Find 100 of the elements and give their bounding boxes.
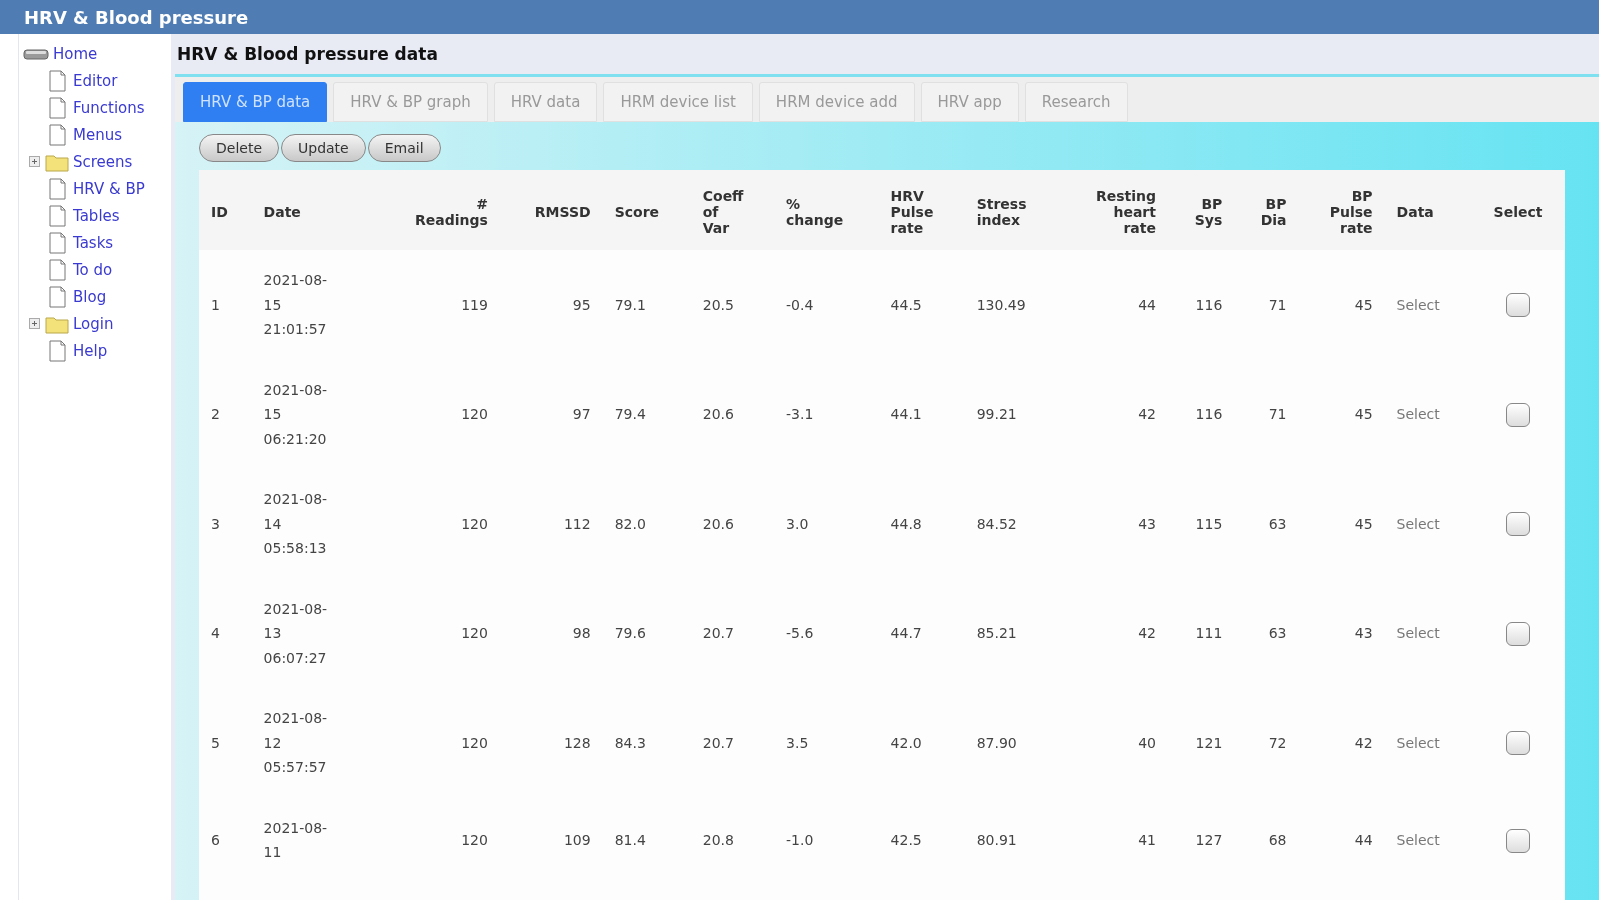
row-checkbox[interactable] [1506, 293, 1531, 318]
column-header: Stress index [964, 170, 1060, 250]
table-cell: 95 [572, 296, 591, 313]
table-cell: 44.5 [890, 296, 922, 313]
table-cell: 111 [1195, 625, 1223, 641]
table-cell: 112 [563, 515, 591, 532]
tree-item[interactable]: Home [53, 44, 98, 63]
page-title: HRV & Blood pressure data [176, 43, 439, 66]
table-cell: 80.91 [976, 831, 1017, 848]
table-cell: 68 [1268, 831, 1287, 848]
row-checkbox[interactable] [1506, 731, 1531, 756]
table-cell: 99.21 [976, 406, 1017, 422]
table-cell: 44.7 [890, 625, 922, 641]
window-title: HRV & Blood pressure [24, 6, 249, 28]
table-cell: 45 [1354, 296, 1373, 313]
table-cell: 42 [1138, 625, 1156, 641]
table-cell: 44.1 [890, 406, 922, 422]
table-cell: 120 [461, 406, 488, 422]
column-header: HRV Pulse rate [878, 170, 965, 250]
select-link[interactable]: Select [1396, 734, 1440, 751]
action-button[interactable]: Delete [199, 134, 279, 162]
table-cell: 45 [1354, 406, 1373, 422]
table-cell: 3.5 [786, 734, 809, 751]
row-checkbox[interactable] [1506, 621, 1531, 646]
table-cell: 98 [572, 625, 591, 641]
row-checkbox[interactable] [1506, 512, 1531, 537]
column-header: ID [199, 170, 252, 250]
column-header: Coeff of Var [690, 170, 775, 250]
table-cell: 4 [211, 625, 220, 641]
expand-icon[interactable] [29, 318, 40, 329]
column-header: BP Pulse rate [1298, 170, 1385, 250]
table-cell: 42.0 [890, 734, 922, 751]
table-cell: 44 [1138, 296, 1156, 313]
table-cell: 82.0 [614, 515, 646, 532]
table-cell: 43 [1354, 625, 1373, 641]
table-cell: 5 [211, 734, 220, 751]
table-cell-text: 2021-08-15 06:21:20 [263, 380, 329, 449]
table-cell: 44.8 [890, 515, 922, 532]
column-header: BP Dia [1234, 170, 1299, 250]
column-header: RMSSD [499, 170, 603, 250]
table-cell: 43 [1138, 515, 1156, 532]
column-header: Score [602, 170, 691, 250]
table-cell: 120 [461, 625, 488, 641]
table-cell: 45 [1354, 515, 1373, 532]
table-cell: 42 [1354, 734, 1373, 751]
tree-item[interactable]: Help [73, 341, 108, 360]
table-cell: 63 [1268, 515, 1287, 532]
tree-item[interactable]: Login [73, 314, 114, 333]
table-cell: 119 [461, 296, 488, 313]
table-cell: 127 [1195, 831, 1223, 848]
table-cell: 1 [211, 296, 220, 313]
column-header: % change [774, 170, 879, 250]
tree-item[interactable]: Blog [73, 287, 107, 306]
tree-item[interactable]: HRV & BP [73, 179, 145, 198]
action-button[interactable]: Update [281, 134, 366, 162]
column-header: # Readings [375, 170, 500, 250]
table-cell: 87.90 [976, 734, 1017, 751]
select-link[interactable]: Select [1396, 296, 1440, 313]
table-cell: 20.7 [702, 734, 734, 751]
column-header: Date [251, 170, 376, 250]
action-button[interactable]: Email [367, 134, 441, 162]
select-link[interactable]: Select [1396, 831, 1440, 848]
table-cell: -0.4 [786, 296, 814, 313]
table-cell: 20.5 [702, 296, 734, 313]
select-link[interactable]: Select [1396, 406, 1440, 422]
table-cell: 20.8 [702, 831, 734, 848]
table-cell-text: 2021-08-13 06:07:27 [263, 599, 329, 668]
tree-item[interactable]: Screens [73, 152, 133, 171]
tree-item[interactable]: Functions [73, 98, 145, 117]
table-cell: -3.1 [786, 406, 814, 422]
column-header: Data [1384, 170, 1472, 250]
table-cell: 84.52 [976, 515, 1017, 532]
table-cell: 40 [1138, 734, 1156, 751]
table-cell: 2 [211, 406, 220, 422]
table-cell: 116 [1195, 406, 1223, 422]
select-link[interactable]: Select [1396, 515, 1440, 532]
row-checkbox[interactable] [1506, 402, 1531, 427]
tree-item[interactable]: Tasks [73, 233, 114, 252]
table-cell-text: 2021-08-14 05:58:13 [263, 490, 329, 558]
table-cell: 79.1 [614, 296, 646, 313]
select-link[interactable]: Select [1396, 625, 1440, 641]
table-cell: 116 [1195, 296, 1223, 313]
table-cell: 3.0 [786, 515, 809, 532]
table-cell: 81.4 [614, 831, 646, 848]
tree-item[interactable]: Tables [73, 206, 120, 225]
table-cell-text: 2021-08-12 05:57:57 [263, 709, 329, 777]
table-cell-text: 2021-08-15 21:01:57 [263, 271, 329, 339]
table-cell: 121 [1195, 734, 1223, 751]
table-cell-text: 2021-08-11 [263, 818, 329, 862]
expand-icon[interactable] [29, 156, 40, 167]
tree-item[interactable]: Menus [73, 125, 122, 144]
table-cell: 115 [1195, 515, 1223, 532]
tree-item[interactable]: To do [73, 260, 113, 279]
table-cell: 72 [1268, 734, 1287, 751]
drive-icon [23, 46, 49, 61]
column-header: BP Sys [1167, 170, 1235, 250]
tree-item[interactable]: Editor [73, 71, 118, 90]
table-cell: 20.7 [702, 625, 734, 641]
row-checkbox[interactable] [1506, 828, 1531, 853]
table-cell: 6 [211, 831, 220, 848]
